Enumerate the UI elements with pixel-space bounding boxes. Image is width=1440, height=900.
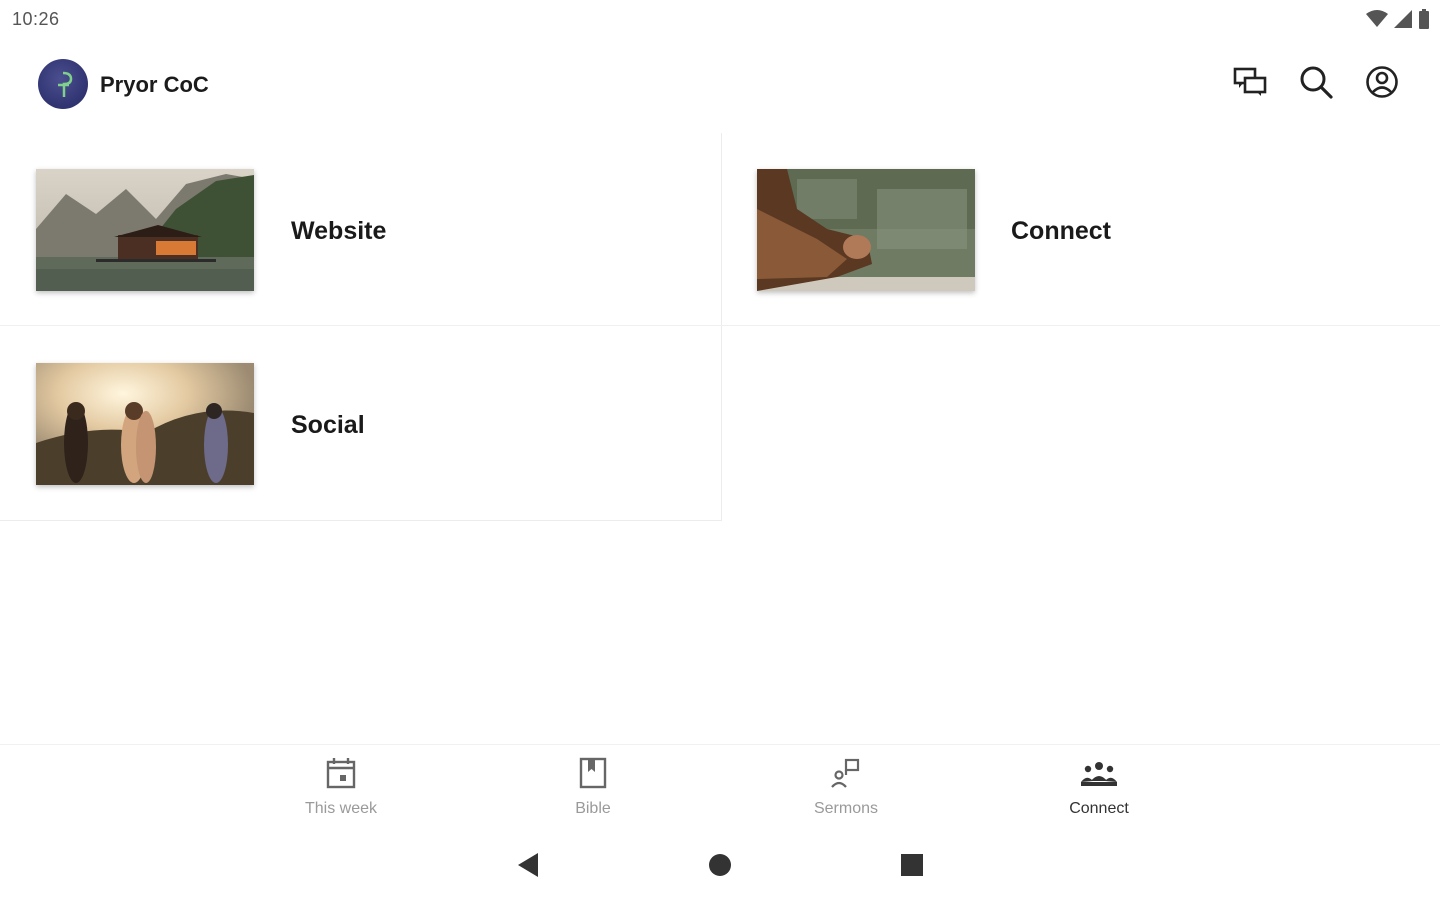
card-label: Social <box>291 411 365 439</box>
card-website[interactable]: Website <box>0 133 721 325</box>
nav-label: Bible <box>575 800 611 817</box>
group-icon <box>1079 757 1119 794</box>
card-label: Website <box>291 217 387 245</box>
account-icon[interactable] <box>1364 64 1400 100</box>
status-time: 10:26 <box>12 9 60 29</box>
app-bar: Pryor CoC <box>0 48 1440 124</box>
nav-label: This week <box>304 800 378 817</box>
card-thumbnail <box>36 169 254 291</box>
chat-icon[interactable] <box>1232 64 1268 100</box>
system-navigation <box>0 838 1440 890</box>
nav-item-connect[interactable]: Connect <box>1029 757 1169 818</box>
nav-label: Connect <box>1069 800 1129 817</box>
sermon-icon <box>830 757 862 794</box>
recents-icon[interactable] <box>900 852 924 883</box>
card-connect[interactable]: Connect <box>722 133 1440 325</box>
search-icon[interactable] <box>1298 64 1334 100</box>
grid-divider-horizontal <box>0 520 722 521</box>
grid-divider-horizontal <box>0 325 1440 326</box>
status-bar: 10:26 <box>0 0 1440 38</box>
nav-item-sermons[interactable]: Sermons <box>776 757 916 818</box>
book-icon <box>579 757 607 794</box>
card-social[interactable]: Social <box>0 327 721 520</box>
back-icon[interactable] <box>516 852 540 883</box>
status-icons <box>1366 9 1430 34</box>
church-logo-icon[interactable] <box>38 59 88 109</box>
bottom-navigation: This week Bible Sermons Connect <box>0 744 1440 824</box>
nav-item-this-week[interactable]: This week <box>271 757 411 818</box>
home-icon[interactable] <box>708 852 732 883</box>
nav-label: Sermons <box>813 800 879 817</box>
card-label: Connect <box>1011 217 1111 245</box>
wifi-icon <box>1366 10 1388 33</box>
calendar-icon <box>326 757 356 794</box>
card-thumbnail <box>36 363 254 485</box>
app-screen: 10:26 Pryor CoC Website Connect Social T… <box>0 0 1440 900</box>
card-thumbnail <box>757 169 975 291</box>
app-title: Pryor CoC <box>100 72 209 97</box>
battery-icon <box>1418 9 1430 34</box>
nav-item-bible[interactable]: Bible <box>523 757 663 818</box>
cell-signal-icon <box>1394 10 1412 33</box>
app-bar-actions <box>1232 64 1400 100</box>
